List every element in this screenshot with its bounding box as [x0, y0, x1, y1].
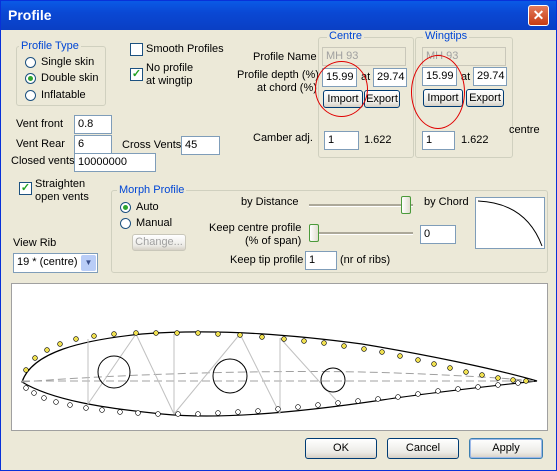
profile-dialog: Profile ✕ Profile Type Single skin Doubl…: [0, 0, 557, 471]
radio-manual-label: Manual: [136, 217, 173, 229]
closed-vents-input[interactable]: 10000000: [74, 153, 156, 172]
view-rib-value: 19 * (centre): [17, 256, 78, 268]
radio-single-skin-label: Single skin: [41, 56, 95, 68]
radio-auto[interactable]: [120, 202, 131, 213]
smooth-profiles-checkbox[interactable]: [130, 43, 143, 56]
no-profile-wingtip-label-2: at wingtip: [146, 75, 193, 87]
ok-button[interactable]: OK: [305, 438, 377, 459]
chevron-down-icon[interactable]: ▼: [81, 255, 96, 271]
keep-centre-label-2: (% of span): [245, 235, 302, 247]
straighten-label-1: Straighten: [35, 178, 86, 190]
profile-depth-label: Profile depth (%): [237, 69, 319, 81]
keep-centre-slider-thumb[interactable]: [309, 224, 319, 242]
morph-slider-track: [309, 204, 413, 207]
centre-import-annotation: [315, 61, 368, 117]
by-chord-label: by Chord: [424, 196, 469, 208]
change-button: Change...: [132, 234, 186, 251]
centre-side-label: centre: [509, 124, 540, 136]
closed-vents-label: Closed vents: [11, 155, 75, 167]
apply-button[interactable]: Apply: [469, 438, 543, 459]
profile-type-legend: Profile Type: [19, 40, 81, 52]
radio-single-skin[interactable]: [25, 57, 36, 68]
keep-tip-unit: (nr of ribs): [340, 254, 391, 266]
cross-vents-label: Cross Vents: [122, 139, 182, 151]
keep-centre-input[interactable]: 0: [420, 225, 456, 244]
vent-front-input[interactable]: 0.8: [74, 115, 112, 134]
keep-tip-input[interactable]: 1: [305, 251, 337, 270]
window-title: Profile: [8, 7, 52, 23]
by-distance-label: by Distance: [241, 196, 299, 208]
view-rib-label: View Rib: [13, 237, 57, 249]
radio-double-skin[interactable]: [25, 73, 36, 84]
keep-centre-label-1: Keep centre profile: [209, 222, 302, 234]
wingtips-legend: Wingtips: [423, 30, 470, 42]
radio-auto-label: Auto: [136, 201, 159, 213]
camber-adj-label: Camber adj.: [253, 132, 313, 144]
no-profile-wingtip-label-1: No profile: [146, 62, 194, 74]
view-rib-select[interactable]: 19 * (centre) ▼: [13, 253, 98, 273]
wingtips-camber-input[interactable]: 1: [422, 131, 455, 150]
centre-export-button[interactable]: Export: [364, 90, 400, 108]
keep-tip-label: Keep tip profile: [230, 254, 304, 266]
smooth-profiles-label: Smooth Profiles: [146, 43, 224, 55]
radio-double-skin-label: Double skin: [41, 72, 99, 84]
vent-rear-input[interactable]: 6: [74, 135, 112, 154]
centre-camber-value: 1.622: [364, 134, 392, 146]
wingtips-import-annotation: [411, 55, 465, 129]
profile-preview-canvas: [11, 283, 548, 431]
morph-curve-preview: [475, 197, 545, 249]
close-icon: ✕: [532, 7, 545, 23]
straighten-vents-checkbox[interactable]: ✓: [19, 182, 32, 195]
profile-name-label: Profile Name: [253, 51, 317, 63]
cancel-button[interactable]: Cancel: [387, 438, 459, 459]
morph-slider-thumb[interactable]: [401, 196, 412, 214]
wingtips-export-button[interactable]: Export: [466, 89, 504, 107]
close-button[interactable]: ✕: [528, 5, 549, 26]
rib-profile-drawing: [21, 330, 538, 417]
vent-rear-label: Vent Rear: [16, 138, 65, 150]
wingtips-chord-input[interactable]: 29.74: [473, 67, 507, 86]
radio-manual[interactable]: [120, 218, 131, 229]
centre-legend: Centre: [327, 30, 365, 42]
radio-inflatable[interactable]: [25, 90, 36, 101]
centre-camber-input[interactable]: 1: [324, 131, 359, 150]
morph-profile-legend: Morph Profile: [117, 184, 187, 196]
wingtips-camber-value: 1.622: [461, 134, 489, 146]
cross-vents-input[interactable]: 45: [181, 136, 220, 155]
at-chord-label: at chord (%): [257, 82, 317, 94]
title-bar[interactable]: Profile ✕: [1, 1, 556, 30]
straighten-label-2: open vents: [35, 191, 89, 203]
vent-front-label: Vent front: [16, 118, 64, 130]
no-profile-wingtip-checkbox[interactable]: ✓: [130, 68, 143, 81]
centre-chord-input[interactable]: 29.74: [373, 68, 407, 87]
keep-centre-slider-track: [309, 232, 413, 235]
radio-inflatable-label: Inflatable: [41, 89, 86, 101]
morph-curve: [477, 200, 543, 247]
